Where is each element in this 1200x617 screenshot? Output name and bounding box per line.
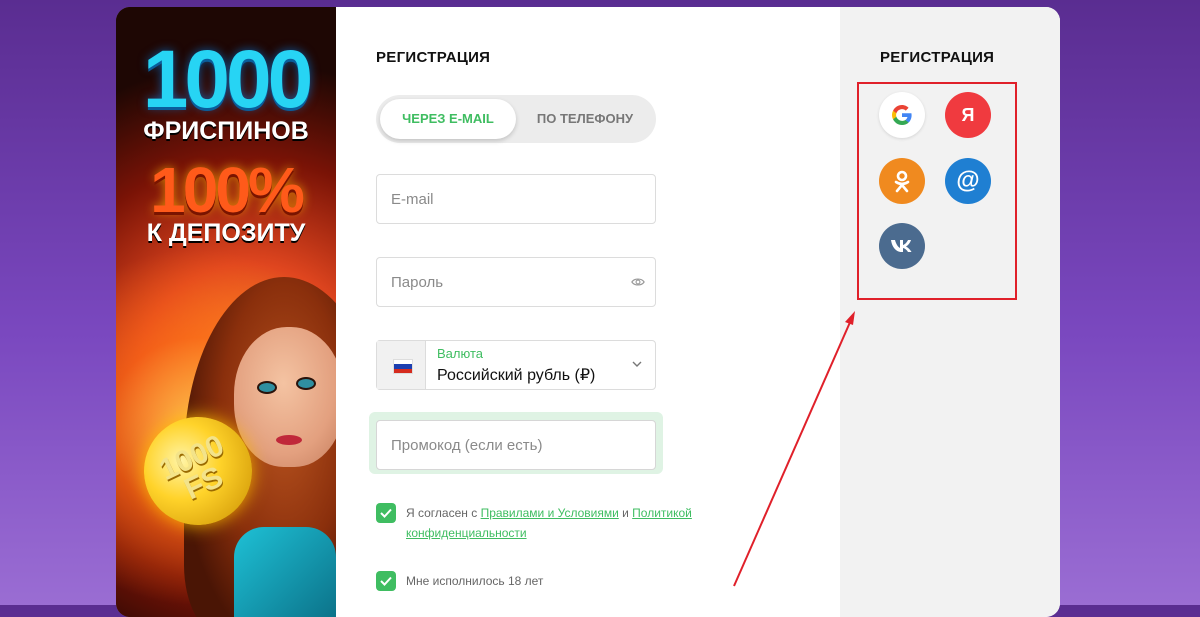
banner-character-eye (296, 377, 316, 390)
currency-label: Валюта (437, 346, 483, 361)
terms-checkbox[interactable] (376, 503, 396, 523)
banner-headline-text: ФРИСПИНОВ (143, 117, 309, 145)
chevron-down-icon (632, 361, 642, 367)
email-field-wrapper (376, 174, 656, 224)
currency-flag-box (377, 341, 426, 389)
registration-form: РЕГИСТРАЦИЯ ЧЕРЕЗ E-MAIL ПО ТЕЛЕФОНУ Вал… (336, 7, 840, 617)
terms-consent-row: Я согласен с Правилами и Условиями и Пол… (376, 503, 736, 543)
email-field[interactable] (377, 175, 655, 223)
terms-prefix: Я согласен с (406, 506, 481, 520)
banner-headline-number: 1000 (142, 34, 313, 125)
tab-phone[interactable]: ПО ТЕЛЕФОНУ (516, 99, 654, 139)
age-confirm-label: Мне исполнилось 18 лет (406, 574, 544, 588)
terms-middle: и (618, 506, 633, 520)
banner-character-outfit (234, 527, 336, 617)
registration-method-tabs: ЧЕРЕЗ E-MAIL ПО ТЕЛЕФОНУ (376, 95, 656, 143)
promo-banner: 1000 FS 1000 ФРИСПИНОВ 100% К ДЕПОЗИТУ (116, 7, 336, 617)
social-title: РЕГИСТРАЦИЯ (880, 49, 995, 66)
banner-character-lips (276, 435, 302, 445)
promo-field-wrapper (376, 420, 656, 470)
rules-link[interactable]: Правилами и Условиями (481, 506, 619, 520)
banner-character-eye (257, 381, 277, 394)
banner-bonus-percent: 100% (150, 154, 305, 226)
password-field[interactable] (377, 258, 655, 306)
checkmark-icon (380, 576, 392, 586)
form-title: РЕГИСТРАЦИЯ (376, 49, 491, 66)
currency-value: Российский рубль (₽) (437, 367, 596, 384)
age-consent-row: Мне исполнилось 18 лет (376, 571, 736, 591)
promo-code-field[interactable] (377, 421, 655, 469)
show-password-icon[interactable] (631, 275, 645, 289)
currency-select[interactable]: Валюта Российский рубль (₽) (376, 340, 656, 390)
terms-text: Я согласен с Правилами и Условиями и Пол… (406, 503, 736, 543)
password-field-wrapper (376, 257, 656, 307)
checkmark-icon (380, 508, 392, 518)
tab-email[interactable]: ЧЕРЕЗ E-MAIL (380, 99, 516, 139)
banner-character-face (234, 327, 336, 467)
russia-flag-icon (393, 359, 413, 374)
banner-bonus-text: К ДЕПОЗИТУ (146, 219, 306, 247)
annotation-highlight-box (857, 82, 1017, 300)
age-checkbox[interactable] (376, 571, 396, 591)
